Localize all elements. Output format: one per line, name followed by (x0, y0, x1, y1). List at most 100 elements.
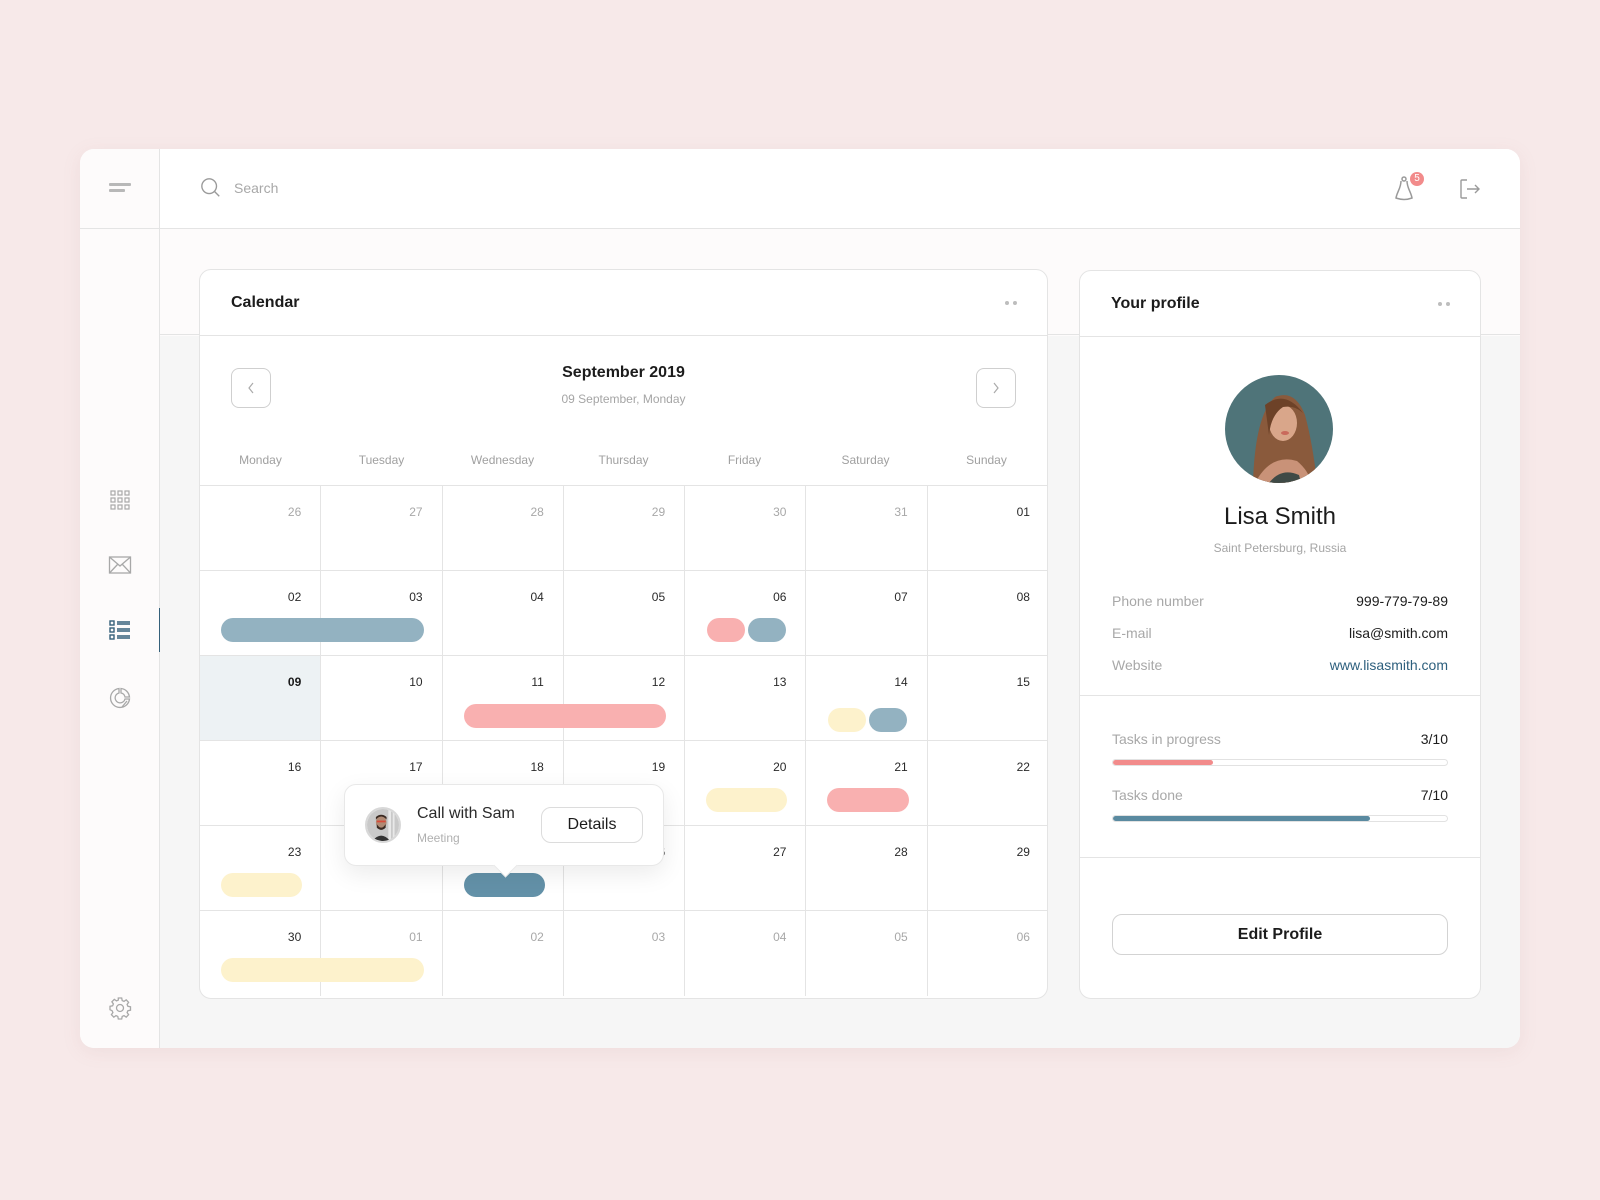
calendar-day[interactable]: 30 (685, 486, 807, 571)
chevron-right-icon (993, 382, 999, 394)
calendar-event[interactable] (221, 618, 424, 642)
sidebar-item-tasks[interactable] (80, 608, 161, 652)
sidebar-item-dashboard[interactable] (80, 480, 160, 520)
tasks-done: Tasks done 7/10 (1112, 787, 1448, 822)
calendar-event[interactable] (706, 788, 788, 812)
app-window: 5 Calendar September 2019 09 September, … (80, 149, 1520, 1048)
event-title: Call with Sam (417, 805, 515, 822)
weekday-label: Saturday (841, 453, 890, 467)
notifications-button[interactable]: 5 (1392, 172, 1424, 204)
day-number: 27 (409, 505, 423, 519)
weekday-label: Wednesday (470, 453, 535, 467)
calendar-event[interactable] (707, 618, 746, 642)
calendar-day-today[interactable]: 09 (200, 656, 322, 741)
search-input[interactable] (234, 180, 534, 196)
calendar-day[interactable]: 06 (928, 911, 1047, 996)
calendar-more-button[interactable] (1005, 301, 1017, 305)
calendar-day[interactable]: 14 (806, 656, 928, 741)
calendar-event[interactable] (221, 873, 303, 897)
calendar-card-header: Calendar (200, 270, 1047, 336)
calendar-day[interactable]: 05 (806, 911, 928, 996)
calendar-day[interactable]: 08 (927, 571, 1047, 656)
day-number: 02 (530, 930, 544, 944)
info-row-phone: Phone number 999-779-79-89 (1112, 593, 1448, 625)
day-number: 05 (651, 590, 666, 604)
logout-icon (1460, 179, 1480, 199)
next-month-button[interactable] (976, 368, 1016, 408)
day-number: 29 (1016, 845, 1030, 859)
selected-date: 09 September, Monday (561, 392, 686, 406)
calendar-day[interactable]: 02 (200, 571, 322, 656)
edit-profile-button[interactable]: Edit Profile (1112, 914, 1448, 955)
email-value: lisa@smith.com (1348, 625, 1448, 641)
weekday-label: Sunday (966, 453, 1007, 467)
current-month: September 2019 (562, 364, 685, 381)
calendar-day[interactable]: 12 (563, 656, 686, 741)
day-number: 19 (651, 760, 666, 774)
calendar-day[interactable]: 23 (200, 826, 322, 911)
calendar-day[interactable]: 20 (685, 741, 807, 826)
calendar-day[interactable]: 04 (685, 911, 807, 996)
calendar-day[interactable]: 27 (321, 486, 443, 571)
details-button[interactable]: Details (541, 807, 643, 843)
calendar-day[interactable]: 13 (685, 656, 807, 741)
calendar-grid: 26 27 28 29 30 31 01 02 03 04 05 06 07 08 09 10 11 12 13 14… (200, 485, 1047, 996)
calendar-day[interactable]: 10 (321, 656, 443, 741)
calendar-event[interactable] (828, 708, 867, 732)
phone-label: Phone number (1112, 593, 1204, 609)
calendar-day[interactable]: 30 (200, 911, 322, 996)
day-number: 28 (530, 505, 544, 519)
progress-fill (1113, 816, 1371, 821)
calendar-day[interactable]: 11 (442, 656, 564, 741)
day-number: 30 (287, 930, 302, 944)
website-link[interactable]: www.lisasmith.com (1330, 657, 1448, 689)
profile-card-header: Your profile (1080, 271, 1480, 337)
day-number: 22 (1016, 760, 1030, 774)
logout-button[interactable] (1458, 177, 1482, 201)
calendar-day[interactable]: 01 (927, 486, 1047, 571)
search-icon[interactable] (200, 177, 222, 199)
menu-icon[interactable] (108, 182, 131, 195)
calendar-day[interactable]: 22 (927, 741, 1047, 826)
pie-chart-icon (109, 687, 131, 709)
calendar-day[interactable]: 02 (443, 911, 564, 996)
weekday-label: Thursday (598, 453, 649, 467)
profile-more-button[interactable] (1438, 302, 1450, 306)
calendar-day[interactable]: 03 (564, 911, 686, 996)
day-number: 26 (287, 505, 302, 519)
info-row-email: E-mail lisa@smith.com (1112, 625, 1448, 657)
calendar-day[interactable]: 27 (685, 826, 807, 911)
calendar-day[interactable]: 05 (563, 571, 686, 656)
calendar-day[interactable]: 29 (563, 486, 686, 571)
calendar-event[interactable] (463, 704, 667, 728)
list-icon (109, 620, 130, 640)
calendar-day[interactable]: 06 (685, 571, 807, 656)
website-label: Website (1112, 657, 1163, 673)
calendar-day[interactable]: 31 (806, 486, 928, 571)
calendar-day[interactable]: 01 (321, 911, 443, 996)
calendar-day[interactable]: 29 (927, 826, 1047, 911)
calendar-event[interactable] (827, 788, 909, 812)
day-number: 27 (773, 845, 787, 859)
mail-icon (108, 556, 132, 574)
calendar-day[interactable]: 03 (321, 571, 443, 656)
calendar-day[interactable]: 21 (806, 741, 928, 826)
day-number: 09 (287, 675, 302, 689)
profile-card: Your profile Lisa Smith Saint Petersburg… (1079, 270, 1481, 999)
calendar-day[interactable]: 26 (200, 486, 322, 571)
calendar-day[interactable]: 15 (927, 656, 1047, 741)
calendar-day[interactable]: 07 (806, 571, 928, 656)
calendar-event[interactable] (869, 708, 908, 732)
calendar-day[interactable]: 28 (806, 826, 928, 911)
calendar-day[interactable]: 28 (442, 486, 564, 571)
email-label: E-mail (1112, 625, 1152, 641)
sidebar-item-settings[interactable] (80, 988, 160, 1028)
sidebar-item-analytics[interactable] (80, 678, 160, 718)
calendar-day[interactable]: 04 (442, 571, 564, 656)
sidebar-item-mail[interactable] (80, 545, 160, 585)
calendar-day[interactable]: 16 (200, 741, 322, 826)
calendar-event[interactable] (221, 958, 424, 982)
weekday-label: Friday (727, 453, 762, 467)
calendar-event[interactable] (748, 618, 787, 642)
profile-info: Phone number 999-779-79-89 E-mail lisa@s… (1112, 593, 1448, 689)
